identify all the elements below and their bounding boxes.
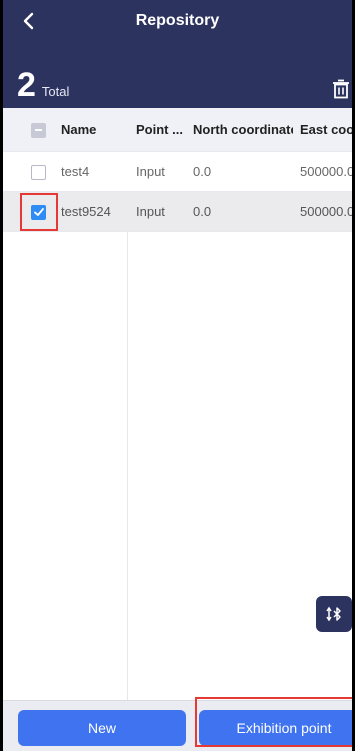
point-type: Input [136, 204, 165, 219]
row-checkbox-cell[interactable] [29, 163, 47, 181]
column-header-name[interactable]: Name [61, 122, 125, 137]
row-checkbox[interactable] [31, 204, 46, 220]
column-header-point-type[interactable]: Point ... [136, 122, 184, 137]
point-name: test9524 [61, 204, 111, 219]
select-all-checkbox[interactable] [31, 122, 46, 138]
column-header-east[interactable]: East coor [300, 122, 352, 137]
exhibition-point-button[interactable]: Exhibition point [199, 710, 352, 746]
select-all-cell[interactable] [29, 121, 47, 139]
bluetooth-sort-icon [326, 606, 341, 622]
delete-button[interactable] [330, 78, 352, 100]
point-name: test4 [61, 164, 90, 179]
total-count: 2 [17, 66, 36, 104]
trash-icon [333, 79, 349, 99]
new-button[interactable]: New [18, 710, 186, 746]
header: Repository 2 Total [3, 0, 352, 108]
table-row[interactable]: test9524 Input 0.0 500000.0 [3, 192, 352, 232]
north-coordinate: 0.0 [193, 164, 212, 179]
column-header-north[interactable]: North coordinate [193, 122, 293, 137]
east-coordinate: 500000.0 [300, 164, 352, 179]
north-coordinate: 0.0 [193, 204, 212, 219]
top-bar: Repository [3, 0, 352, 44]
table-row[interactable]: test4 Input 0.0 500000.0 [3, 152, 352, 192]
total-label: Total [41, 84, 70, 99]
point-type: Input [136, 164, 165, 179]
checkmark-icon [33, 208, 44, 216]
total-summary: 2 Total [17, 68, 69, 102]
bottom-bar: New Exhibition point [3, 700, 352, 751]
page-title: Repository [135, 12, 220, 29]
points-table: Name Point ... North coordinate East coo… [3, 108, 352, 700]
bluetooth-sort-button[interactable] [316, 596, 352, 632]
column-divider [127, 152, 128, 700]
row-checkbox[interactable] [31, 164, 46, 180]
app-frame: Repository 2 Total Name Point ... North … [0, 0, 355, 751]
row-checkbox-cell[interactable] [29, 203, 47, 221]
east-coordinate: 500000.0 [300, 204, 352, 219]
table-header: Name Point ... North coordinate East coo… [3, 108, 352, 152]
